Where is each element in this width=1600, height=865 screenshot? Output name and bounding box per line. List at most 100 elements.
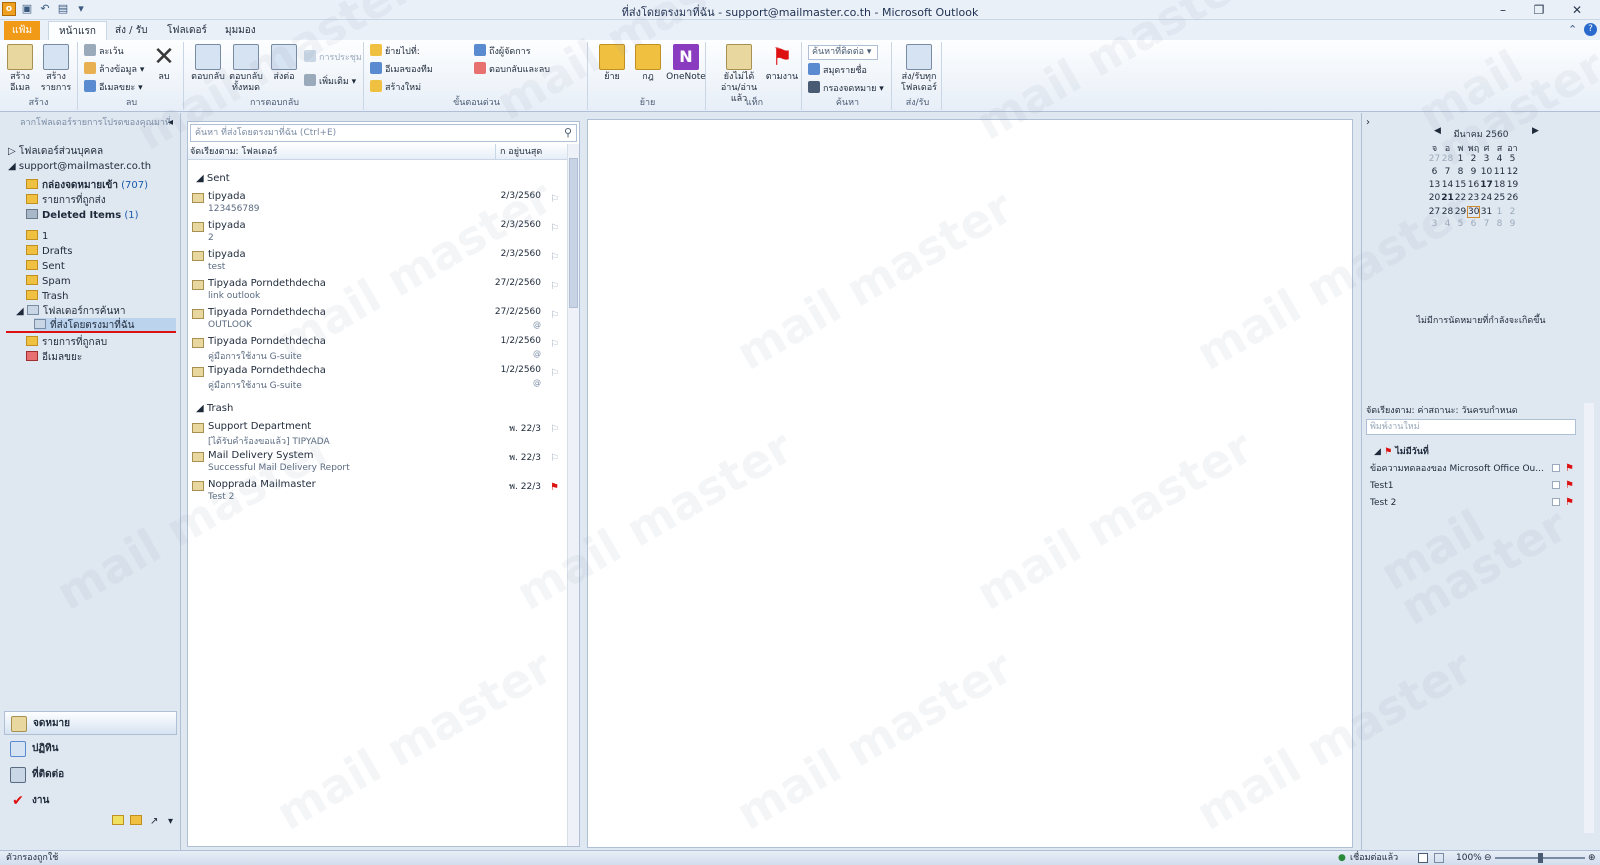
- message-row[interactable]: Support Department [ได้รับคำร้องขอแล้ว] T…: [188, 420, 575, 449]
- folder-trash[interactable]: Trash: [26, 289, 68, 304]
- calendar-day[interactable]: 8: [1493, 219, 1506, 229]
- message-row[interactable]: Tipyada Porndethdecha คู่มือการใช้งาน G-s…: [188, 364, 575, 393]
- zoom-out-icon[interactable]: ⊖: [1484, 851, 1492, 865]
- calendar-day[interactable]: 3: [1428, 219, 1441, 229]
- task-flag-icon[interactable]: ⚑: [1565, 495, 1574, 511]
- calendar-day[interactable]: 9: [1506, 219, 1519, 229]
- calendar-day[interactable]: 7: [1480, 219, 1493, 229]
- calendar-day[interactable]: 1: [1454, 154, 1467, 164]
- task-item[interactable]: Test 2 ⚑: [1370, 495, 1576, 511]
- message-row[interactable]: Tipyada Porndethdecha OUTLOOK 27/2/2560 @ ⚐: [188, 306, 575, 335]
- calendar-day[interactable]: 14: [1441, 180, 1454, 190]
- junk-button[interactable]: อีเมลขยะ ▾: [84, 80, 143, 96]
- calendar-day[interactable]: 26: [1506, 193, 1519, 203]
- calendar-day[interactable]: 6: [1467, 219, 1480, 229]
- task-list-scrollbar[interactable]: [1584, 403, 1594, 833]
- qs-reply-delete-button[interactable]: ตอบกลับและลบ: [474, 62, 550, 78]
- flag-icon[interactable]: ⚑: [550, 482, 559, 493]
- tab-home[interactable]: หน้าแรก: [48, 21, 107, 40]
- folder-sent-items[interactable]: รายการที่ถูกส่ง: [26, 193, 106, 208]
- message-list-scrollbar[interactable]: [567, 144, 579, 846]
- calendar-day[interactable]: 25: [1493, 193, 1506, 203]
- search-input[interactable]: ค้นหา ที่ส่งโดยตรงมาที่ฉัน (Ctrl+E) ⚲: [190, 124, 577, 142]
- tab-file[interactable]: แฟ้ม: [4, 21, 40, 40]
- task-group-no-date[interactable]: ◢ ⚑ ไม่มีวันที่: [1374, 444, 1429, 458]
- folder-sent[interactable]: Sent: [26, 259, 65, 274]
- search-icon[interactable]: ⚲: [564, 125, 572, 141]
- rules-button[interactable]: กฎ: [630, 44, 666, 83]
- folder-drafts[interactable]: Drafts: [26, 244, 72, 259]
- forward-button[interactable]: ส่งต่อ: [266, 44, 302, 83]
- calendar-day[interactable]: 21: [1441, 193, 1454, 203]
- task-flag-icon[interactable]: ⚑: [1565, 461, 1574, 477]
- scrollbar-thumb[interactable]: [569, 158, 578, 308]
- group-header-trash[interactable]: ◢ Trash: [196, 403, 233, 414]
- next-month-icon[interactable]: ▶: [1532, 126, 1539, 136]
- more-respond-button[interactable]: เพิ่มเติม ▾: [304, 74, 356, 90]
- qs-create-new-button[interactable]: สร้างใหม่: [370, 80, 421, 96]
- calendar-day[interactable]: 9: [1467, 167, 1480, 177]
- task-item[interactable]: Test1 ⚑: [1370, 478, 1576, 494]
- folder-spam[interactable]: Spam: [26, 274, 71, 289]
- calendar-day[interactable]: 19: [1506, 180, 1519, 190]
- arrange-by-button[interactable]: จัดเรียงตาม: โฟลเดอร์: [190, 144, 277, 160]
- account-root[interactable]: ◢ support@mailmaster.co.th: [8, 159, 151, 174]
- calendar-day[interactable]: 20: [1428, 193, 1441, 203]
- ignore-button[interactable]: ละเว้น: [84, 44, 124, 60]
- task-arrange-header[interactable]: จัดเรียงตาม: ค่าสถานะ: วันครบกำหนด: [1366, 403, 1576, 417]
- calendar-day[interactable]: 12: [1506, 167, 1519, 177]
- tab-send-receive[interactable]: ส่ง / รับ: [105, 21, 157, 40]
- shortcuts-icon[interactable]: ↗: [150, 814, 158, 829]
- delete-button[interactable]: ✕ ลบ: [146, 44, 182, 83]
- calendar-day-today[interactable]: 30: [1467, 206, 1480, 218]
- message-row[interactable]: Tipyada Porndethdecha คู่มือการใช้งาน G-s…: [188, 335, 575, 364]
- calendar-day[interactable]: 8: [1454, 167, 1467, 177]
- calendar-day[interactable]: 31: [1480, 207, 1493, 217]
- folder-list-shortcut-icon[interactable]: [130, 814, 146, 829]
- message-row[interactable]: tipyada 123456789 2/3/2560 ⚐: [188, 190, 575, 219]
- module-mail[interactable]: จดหมาย: [4, 711, 177, 735]
- calendar-day[interactable]: 29: [1454, 207, 1467, 217]
- qs-to-manager-button[interactable]: ถึงผู้จัดการ: [474, 44, 531, 60]
- folder-1[interactable]: 1: [26, 229, 48, 244]
- reply-all-button[interactable]: ตอบกลับทั้งหมด: [226, 44, 266, 94]
- personal-folders[interactable]: ▷ โฟลเดอร์ส่วนบุคคล: [8, 144, 103, 159]
- flag-icon[interactable]: ⚐: [550, 453, 559, 464]
- flag-icon[interactable]: ⚐: [550, 310, 559, 321]
- close-button[interactable]: ✕: [1562, 1, 1592, 19]
- folder-search-folders[interactable]: ◢ โฟลเดอร์การค้นหา: [16, 304, 126, 319]
- calendar-day[interactable]: 27: [1428, 207, 1441, 217]
- zoom-in-icon[interactable]: ⊕: [1588, 851, 1596, 865]
- group-header-sent[interactable]: ◢ Sent: [196, 173, 230, 184]
- help-icon[interactable]: ?: [1584, 23, 1597, 36]
- address-book-button[interactable]: สมุดรายชื่อ: [808, 63, 867, 79]
- message-row[interactable]: Tipyada Porndethdecha link outlook 27/2/25…: [188, 277, 575, 306]
- minimize-ribbon-icon[interactable]: ⌃: [1568, 23, 1577, 36]
- calendar-day[interactable]: 10: [1480, 167, 1493, 177]
- module-tasks[interactable]: ✔ งาน: [4, 789, 177, 813]
- folder-deleted-items[interactable]: Deleted Items (1): [26, 208, 139, 223]
- calendar-day[interactable]: 11: [1493, 167, 1506, 177]
- task-checkbox[interactable]: [1552, 481, 1560, 489]
- calendar-day[interactable]: 5: [1454, 219, 1467, 229]
- calendar-day[interactable]: 4: [1493, 154, 1506, 164]
- message-row[interactable]: tipyada test 2/3/2560 ⚐: [188, 248, 575, 277]
- sort-order-button[interactable]: ก อยู่บนสุด: [495, 144, 565, 160]
- task-flag-icon[interactable]: ⚑: [1565, 478, 1574, 494]
- flag-icon[interactable]: ⚐: [550, 194, 559, 205]
- configure-buttons-icon[interactable]: ▾: [168, 814, 173, 829]
- move-button[interactable]: ย้าย: [594, 44, 630, 83]
- minimize-button[interactable]: –: [1488, 1, 1518, 19]
- reply-button[interactable]: ตอบกลับ: [190, 44, 226, 83]
- message-row[interactable]: Nopprada Mailmaster Test 2 พ. 22/3 ⚑: [188, 478, 575, 507]
- calendar-day[interactable]: 28: [1441, 154, 1454, 164]
- task-checkbox[interactable]: [1552, 464, 1560, 472]
- zoom-slider-thumb[interactable]: [1537, 853, 1543, 863]
- flag-icon[interactable]: ⚐: [550, 281, 559, 292]
- calendar-day[interactable]: 27: [1428, 154, 1441, 164]
- calendar-day[interactable]: 17: [1480, 180, 1493, 190]
- folder-deleted-thai[interactable]: รายการที่ถูกลบ: [26, 335, 107, 350]
- calendar-day[interactable]: 5: [1506, 154, 1519, 164]
- flag-icon[interactable]: ⚐: [550, 368, 559, 379]
- message-row[interactable]: tipyada 2 2/3/2560 ⚐: [188, 219, 575, 248]
